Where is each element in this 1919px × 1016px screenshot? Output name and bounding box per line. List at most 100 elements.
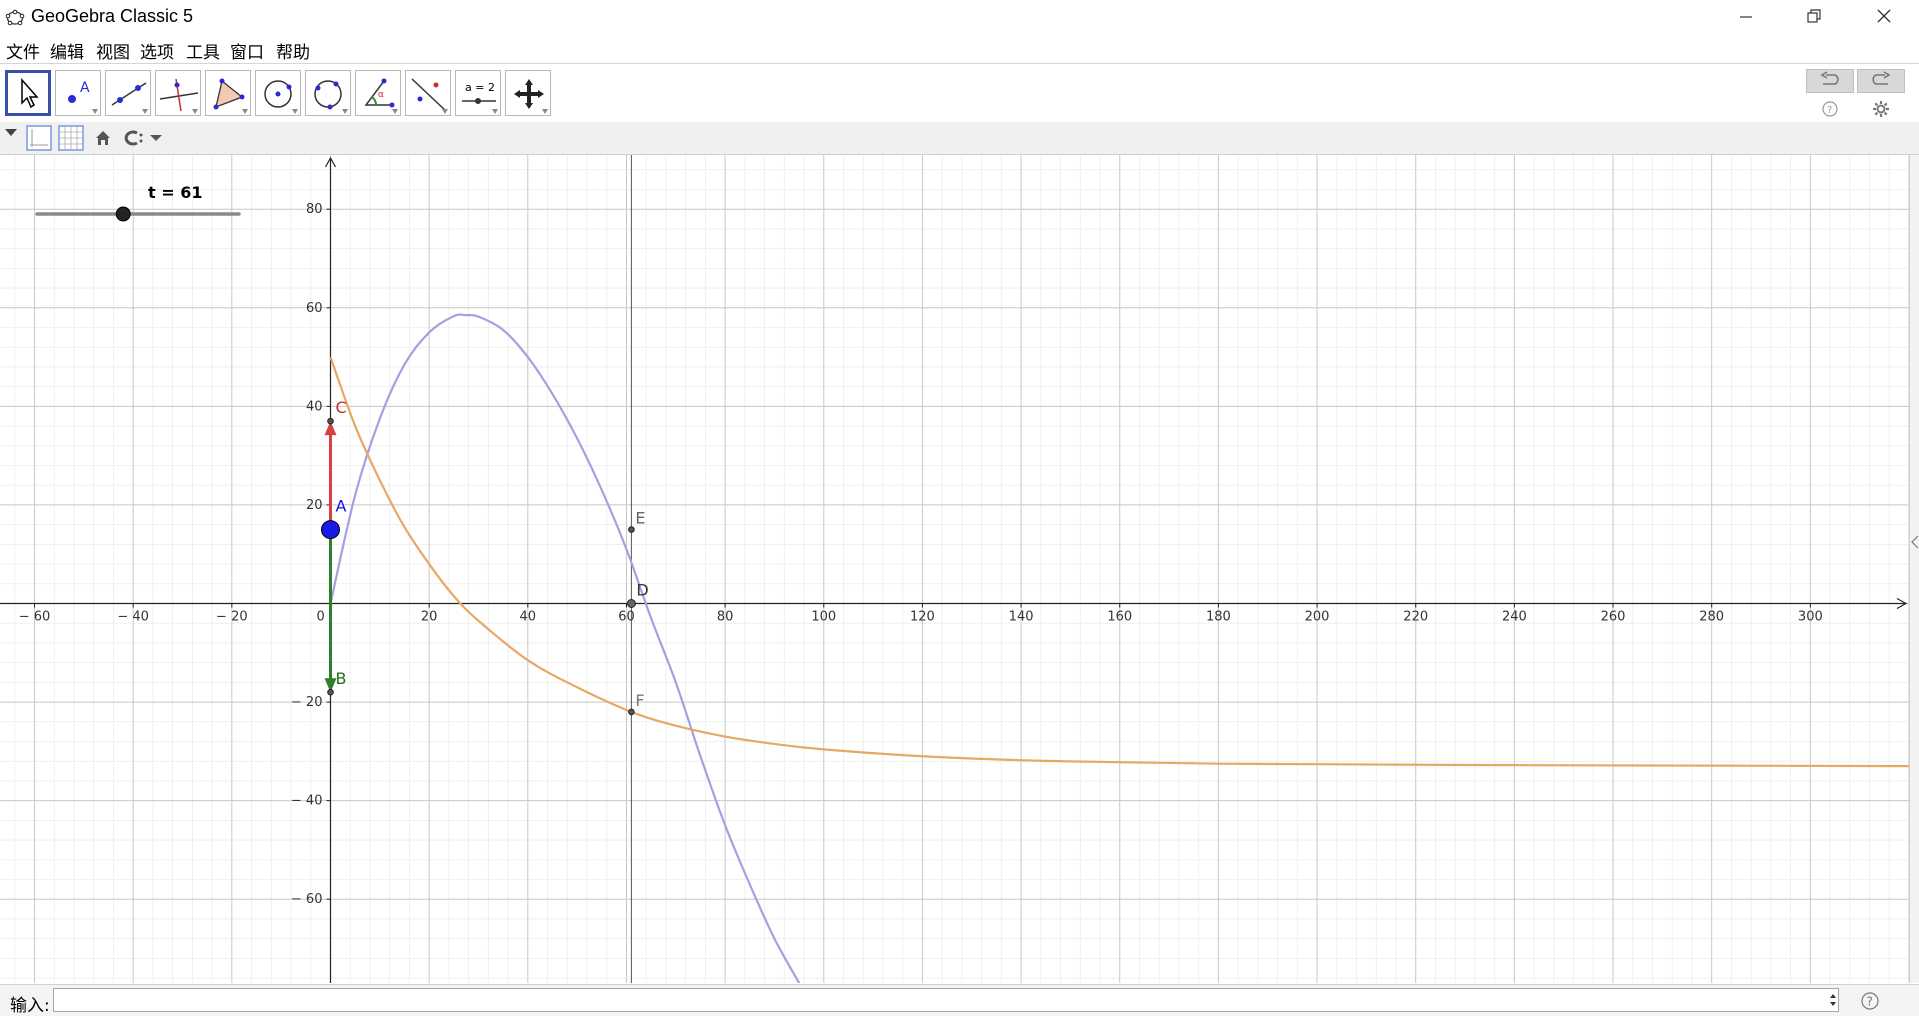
menu-help[interactable]: 帮助 [276,38,310,63]
point-label-f: F [635,691,644,710]
menu-bar: 文件 编辑 视图 选项 工具 窗口 帮助 [0,34,1919,64]
slider-knob[interactable] [115,206,131,222]
perpendicular-tool-button[interactable] [155,70,201,116]
x-tick-label: 180 [1206,610,1231,625]
vectors[interactable] [324,421,337,693]
menu-view[interactable]: 视图 [96,38,130,63]
point-label-e: E [635,509,645,528]
restore-icon [1807,9,1821,23]
show-axes-toggle-icon[interactable] [26,125,52,151]
input-field[interactable] [53,988,1839,1012]
move-tool-button[interactable] [5,70,51,116]
input-dropdown-icon[interactable] [1829,992,1837,1008]
y-tick-label: 20 [306,498,323,513]
point-a[interactable] [320,520,340,540]
point-c[interactable] [327,417,334,425]
svg-text:?: ? [1827,105,1832,116]
y-tick-label: − 20 [291,695,323,710]
slider-tool-button[interactable]: a = 2 [455,70,501,116]
y-tick-label: 60 [306,301,323,316]
graphics-style-bar [0,122,1919,155]
x-tick-label: 0 [316,610,324,625]
polygon-tool-button[interactable] [205,70,251,116]
line-tool-button[interactable] [105,70,151,116]
x-tick-label: 60 [618,610,635,625]
x-tick-label: 100 [811,610,836,625]
help-icon[interactable]: ? [1821,100,1839,118]
point-tool-button[interactable]: A [55,70,101,116]
move-view-tool-button[interactable] [505,70,551,116]
slider-tool-text: a = 2 [465,81,495,94]
menu-edit[interactable]: 编辑 [50,38,84,63]
menu-tools[interactable]: 工具 [186,38,220,63]
collapse-triangle-icon[interactable] [4,128,18,138]
redo-icon [1872,71,1891,85]
x-tick-label: 140 [1009,610,1034,625]
x-tick-label: 80 [717,610,734,625]
coordinate-axes [0,155,1908,983]
undo-button[interactable] [1806,69,1854,93]
x-axis-tick-labels: − 60 − 40 − 20 0 20 40 60 80 100 120 140 160 180 200 2… [19,603,1823,625]
x-tick-label: − 20 [216,610,248,625]
curve-purple[interactable] [329,313,801,983]
menu-window[interactable]: 窗口 [230,38,264,63]
y-tick-label: − 60 [291,892,323,907]
grid-minor-lines [0,155,1909,983]
circle-tool-button[interactable] [255,70,301,116]
point-label-a: A [335,497,346,516]
x-tick-label: 300 [1798,610,1823,625]
y-tick-label: 80 [306,202,323,217]
svg-text:α: α [378,90,384,100]
x-tick-label: 240 [1502,610,1527,625]
undo-icon [1820,71,1839,85]
point-label-d: D [636,581,648,600]
reflect-tool-button[interactable] [405,70,451,116]
x-tick-label: 200 [1305,610,1330,625]
restore-button[interactable] [1780,0,1848,33]
close-button[interactable] [1850,0,1918,33]
x-tick-label: 20 [421,610,438,625]
point-d[interactable] [626,599,636,608]
graph-canvas[interactable]: − 60 − 40 − 20 0 20 40 60 80 100 120 140 160 180 200 2… [0,155,1909,983]
point-f[interactable] [628,708,635,716]
angle-tool-button[interactable]: α [355,70,401,116]
expand-arrow-icon[interactable] [1911,535,1919,549]
x-tick-label: 40 [520,610,537,625]
menu-file[interactable]: 文件 [6,38,40,63]
input-help-icon[interactable]: ? [1860,991,1880,1011]
point-label-c: C [335,398,346,417]
close-icon [1877,9,1891,23]
y-tick-label: 40 [306,399,323,414]
svg-text:A: A [80,80,90,96]
x-tick-label: 260 [1601,610,1626,625]
sidebar-toggle-strip[interactable] [1909,155,1919,983]
cursor-arrow-icon [21,78,39,109]
home-icon[interactable] [94,129,112,147]
x-tick-label: − 40 [117,610,149,625]
window-title: GeoGebra Classic 5 [31,6,194,26]
point-b[interactable] [327,688,334,696]
point-e[interactable] [628,526,635,533]
minimize-button[interactable] [1712,0,1780,33]
slider-label: t = 61 [148,183,202,202]
graphics-view[interactable]: − 60 − 40 − 20 0 20 40 60 80 100 120 140 160 180 200 2… [0,155,1909,983]
y-tick-label: − 40 [291,794,323,809]
input-label: 输入: [10,996,50,1016]
x-tick-label: 220 [1403,610,1428,625]
redo-button[interactable] [1857,69,1905,93]
conic-tool-button[interactable] [305,70,351,116]
x-tick-label: − 60 [19,610,51,625]
menu-options[interactable]: 选项 [140,38,174,63]
settings-gear-icon[interactable] [1872,100,1890,118]
point-capturing-dropdown-icon[interactable] [122,129,166,147]
grid-major-lines [0,155,1909,983]
slider-t[interactable]: t = 61 [35,183,241,222]
toolbar: A α a = 2 [0,64,1919,123]
point-label-b: B [335,669,346,688]
geogebra-logo-icon [5,9,25,26]
show-grid-toggle-icon[interactable] [58,125,84,151]
x-tick-label: 280 [1699,610,1724,625]
input-bar: 输入: ? [0,984,1919,1016]
x-tick-label: 120 [910,610,935,625]
minimize-icon [1740,16,1752,18]
